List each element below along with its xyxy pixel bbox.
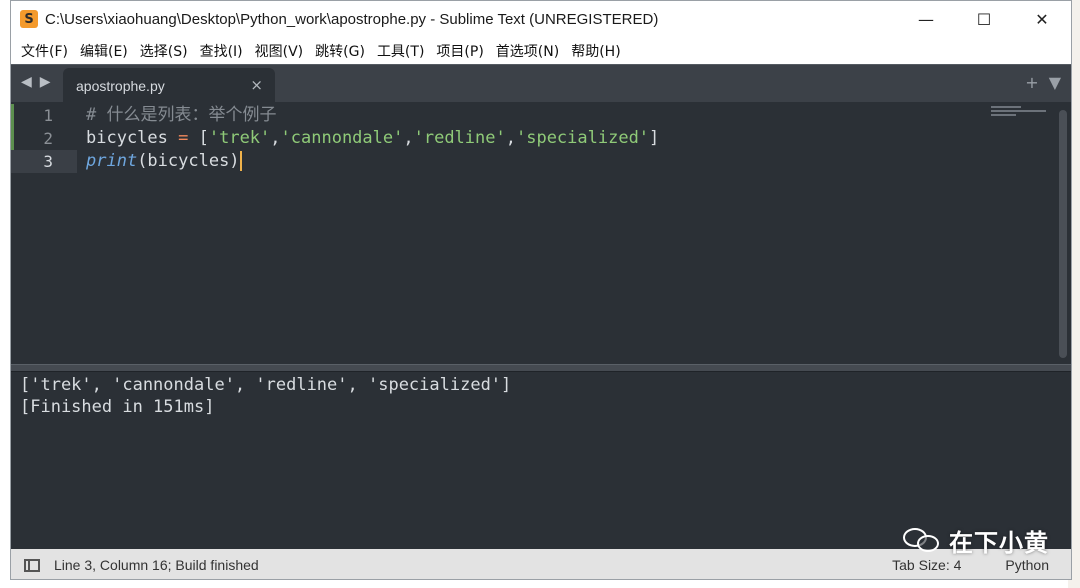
tab-menu-icon[interactable]: ▼ xyxy=(1049,73,1061,92)
editor-scrollbar[interactable] xyxy=(1059,110,1067,358)
new-tab-icon[interactable]: + xyxy=(1025,73,1038,92)
code-line-1: # 什么是列表：举个例子 xyxy=(86,104,659,127)
menu-preferences[interactable]: 首选项(N) xyxy=(490,41,565,61)
comma: , xyxy=(270,128,281,148)
tab-label: apostrophe.py xyxy=(76,77,165,94)
window-title: C:\Users\xiaohuang\Desktop\Python_work\a… xyxy=(45,10,659,28)
tab-size-button[interactable]: Tab Size: 4 xyxy=(870,557,983,573)
variable: bicycles xyxy=(86,128,179,148)
comma: , xyxy=(505,128,516,148)
menu-selection[interactable]: 选择(S) xyxy=(134,41,194,61)
string: 'specialized' xyxy=(515,128,650,148)
sublime-window: S C:\Users\xiaohuang\Desktop\Python_work… xyxy=(10,0,1072,580)
window-controls: — ☐ ✕ xyxy=(897,1,1071,37)
panel-toggle-icon[interactable] xyxy=(24,558,40,572)
tab-navigation: ◀ ▶ xyxy=(21,74,51,90)
tab-next-icon[interactable]: ▶ xyxy=(40,74,51,90)
call-arguments: (bicycles) xyxy=(137,151,240,171)
minimap[interactable] xyxy=(991,106,1051,116)
watermark-text: 在下小黄 xyxy=(949,528,1049,557)
string: 'trek' xyxy=(208,128,271,148)
menu-goto[interactable]: 跳转(G) xyxy=(309,41,371,61)
wechat-icon xyxy=(903,526,941,554)
menu-tools[interactable]: 工具(T) xyxy=(371,41,430,61)
code-content[interactable]: # 什么是列表：举个例子 bicycles = ['trek','cannond… xyxy=(86,104,659,173)
line-number: 2 xyxy=(43,129,53,148)
sublime-text-icon: S xyxy=(20,10,38,28)
maximize-button[interactable]: ☐ xyxy=(955,1,1013,37)
menu-help[interactable]: 帮助(H) xyxy=(565,41,626,61)
minimize-button[interactable]: — xyxy=(897,1,955,37)
menu-edit[interactable]: 编辑(E) xyxy=(74,41,134,61)
operator: = xyxy=(178,128,189,148)
code-editor[interactable]: 1 2 3 # 什么是列表：举个例子 bicycles = ['trek','c… xyxy=(11,102,1071,364)
tab-prev-icon[interactable]: ◀ xyxy=(21,74,32,90)
line-gutter: 1 2 3 xyxy=(11,102,77,364)
menu-bar: 文件(F) 编辑(E) 选择(S) 查找(I) 视图(V) 跳转(G) 工具(T… xyxy=(11,37,1071,64)
menu-file[interactable]: 文件(F) xyxy=(15,41,74,61)
string: 'cannondale' xyxy=(280,128,404,148)
menu-find[interactable]: 查找(I) xyxy=(194,41,249,61)
string: 'redline' xyxy=(413,128,506,148)
comma: , xyxy=(403,128,414,148)
syntax-button[interactable]: Python xyxy=(983,557,1071,573)
menu-project[interactable]: 项目(P) xyxy=(430,41,489,61)
tab-actions: + ▼ xyxy=(1025,73,1061,92)
line-number-active: 3 xyxy=(11,150,77,173)
tab-apostrophe-py[interactable]: apostrophe.py × xyxy=(63,68,275,103)
code-line-3: print(bicycles) xyxy=(86,150,659,173)
text-cursor xyxy=(239,151,242,171)
bracket-open: [ xyxy=(188,128,209,148)
output-line: ['trek', 'cannondale', 'redline', 'speci… xyxy=(20,375,512,395)
function-name: print xyxy=(86,151,138,171)
bracket-close: ] xyxy=(649,128,660,148)
line-number: 1 xyxy=(43,106,53,125)
close-button[interactable]: ✕ xyxy=(1013,1,1071,37)
tab-bar: ◀ ▶ apostrophe.py × + ▼ xyxy=(11,64,1071,103)
panel-divider[interactable] xyxy=(11,364,1071,371)
watermark: 在下小黄 xyxy=(903,523,1049,557)
status-position: Line 3, Column 16; Build finished xyxy=(54,557,259,573)
comment: # 什么是列表：举个例子 xyxy=(86,105,277,125)
menu-view[interactable]: 视图(V) xyxy=(249,41,310,61)
output-line: [Finished in 151ms] xyxy=(20,397,215,417)
code-line-2: bicycles = ['trek','cannondale','redline… xyxy=(86,127,659,150)
tab-close-icon[interactable]: × xyxy=(250,76,263,94)
title-bar: S C:\Users\xiaohuang\Desktop\Python_work… xyxy=(11,1,1071,37)
